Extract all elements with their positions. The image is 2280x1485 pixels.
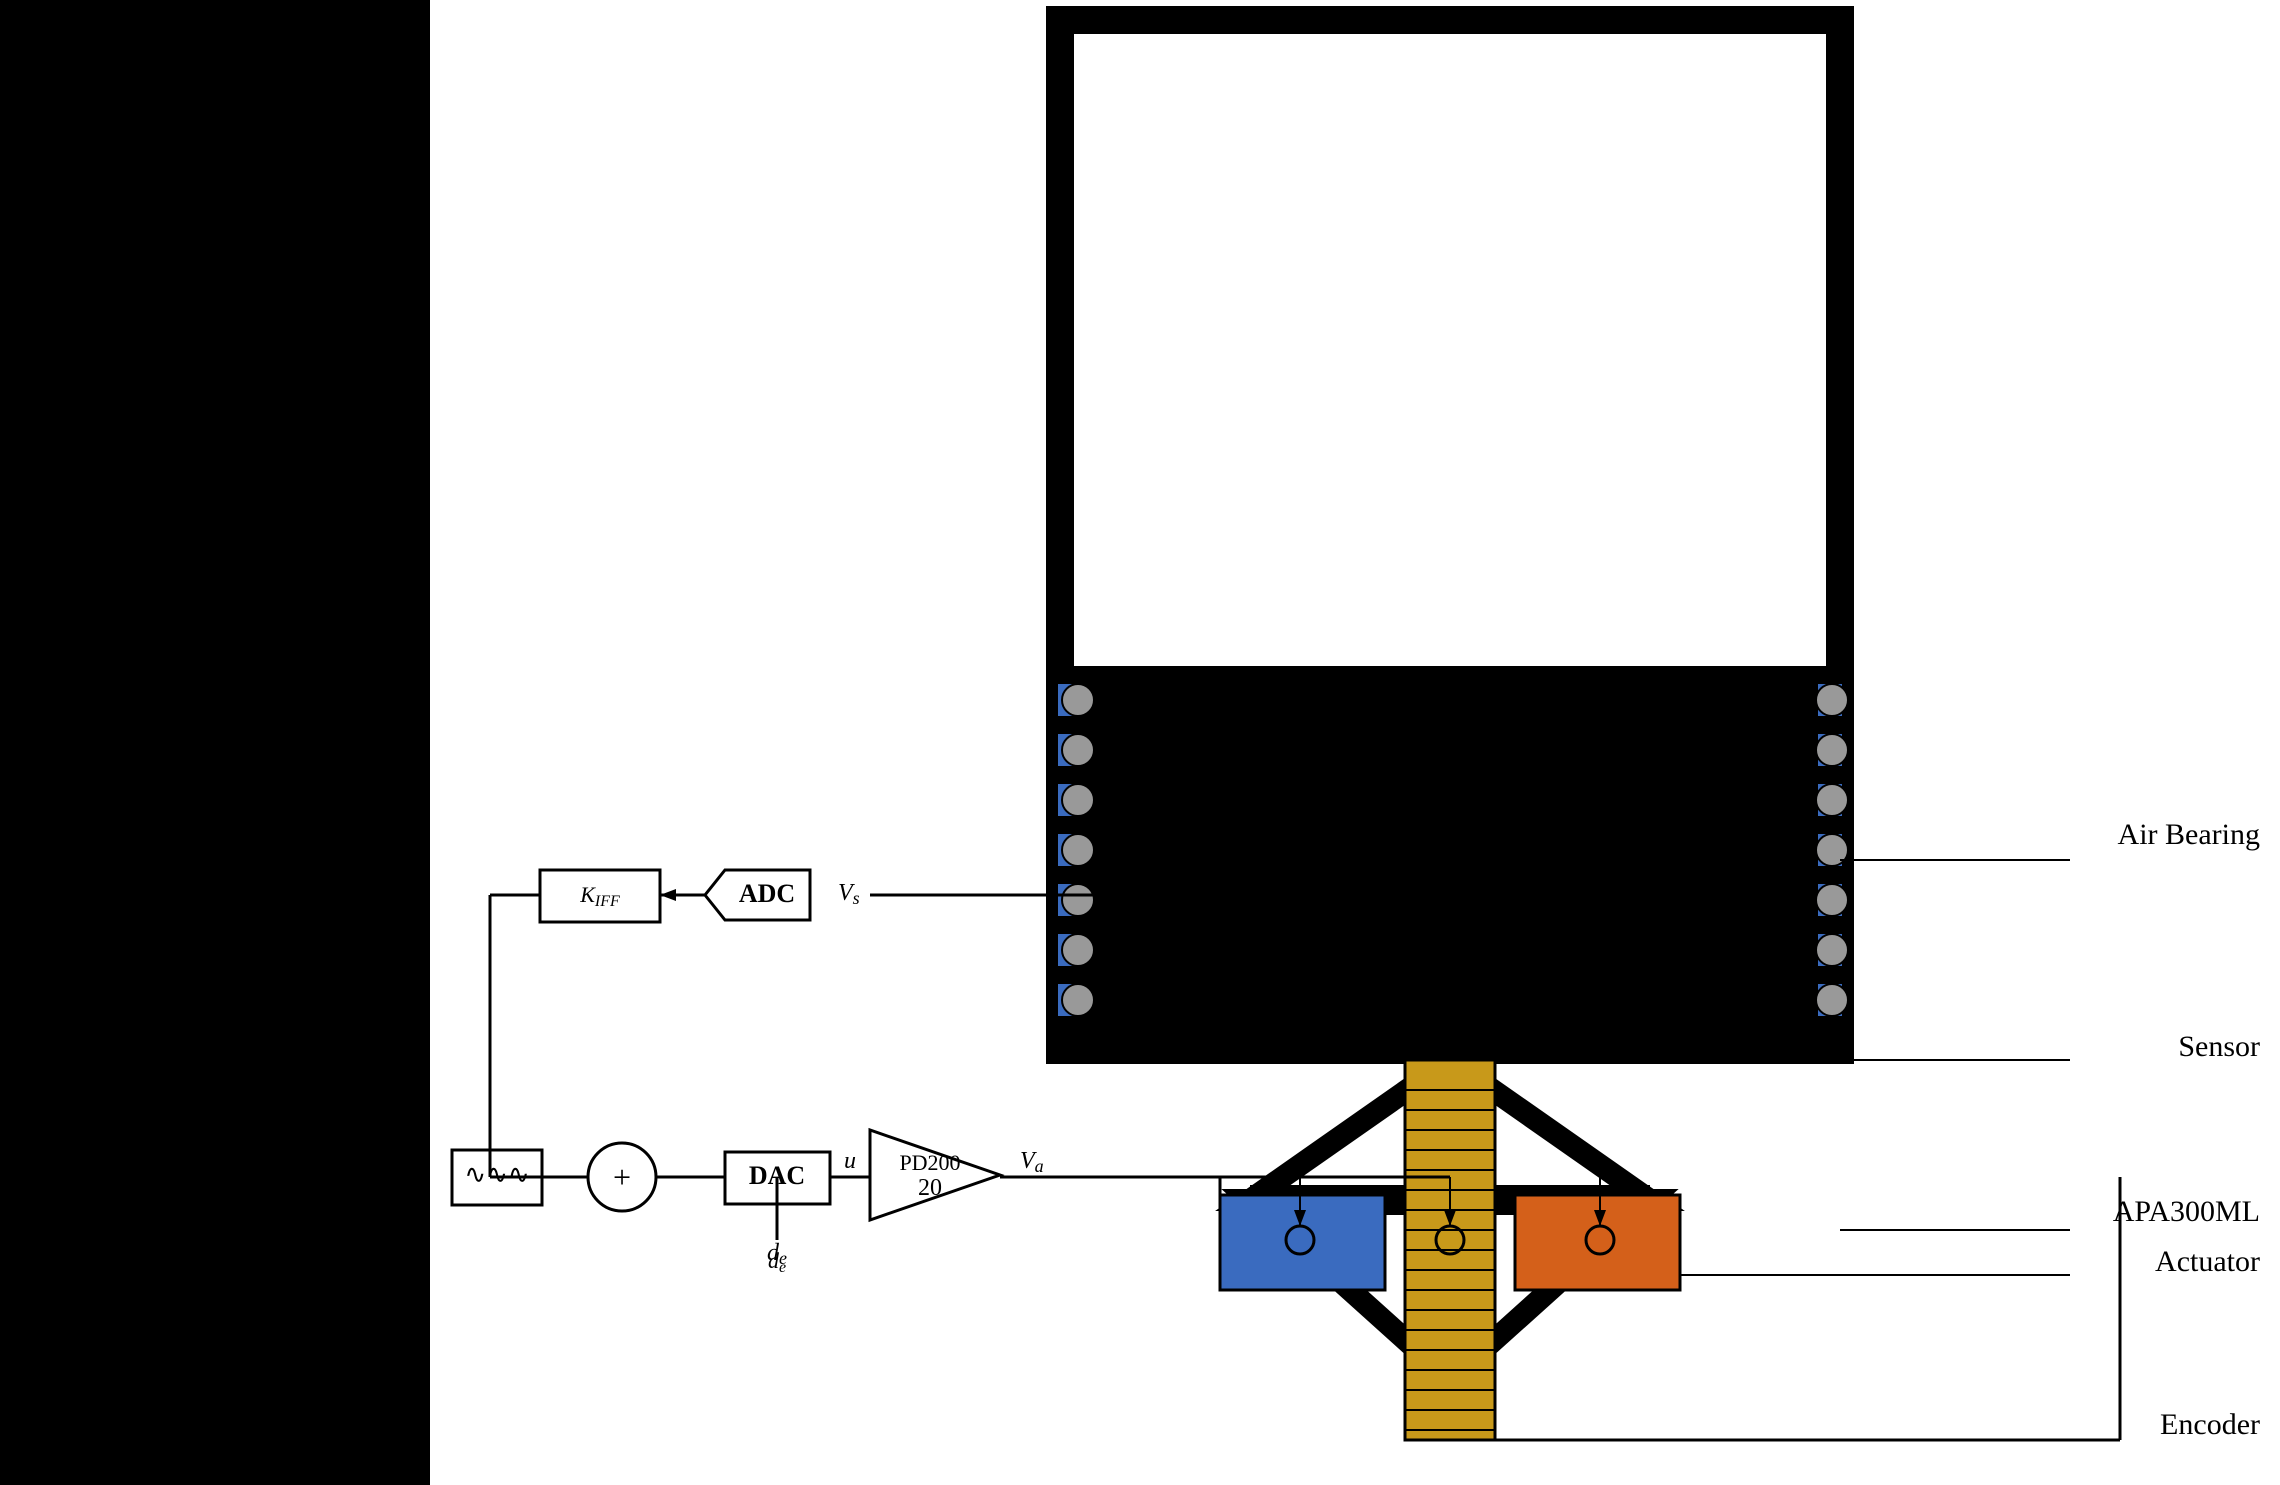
svg-text:DAC: DAC [749,1161,805,1190]
svg-text:∿∿∿: ∿∿∿ [464,1160,529,1189]
svg-text:PD200: PD200 [899,1150,960,1175]
left-black-panel [0,0,430,1485]
apa300ml-label: APA300ML [2113,1195,2260,1229]
svg-text:KIFF: KIFF [579,882,620,910]
main-diagram: ∿∿∿ + DAC PD200 20 u de Va ADC Vs KIFF [430,0,2280,1485]
svg-text:ADC: ADC [739,879,795,908]
svg-text:u: u [844,1148,856,1174]
sensor-label: Sensor [2178,1030,2260,1064]
svg-text:20: 20 [918,1175,942,1201]
air-bearing-label: Air Bearing [2118,818,2260,852]
actuator-label: Actuator [2155,1245,2260,1279]
svg-text:de: de [768,1248,786,1276]
svg-text:+: + [613,1159,631,1195]
svg-text:de: de [767,1240,787,1268]
svg-text:Vs: Vs [838,880,860,908]
svg-text:Va: Va [1020,1148,1044,1176]
encoder-label: Encoder [2160,1408,2260,1442]
